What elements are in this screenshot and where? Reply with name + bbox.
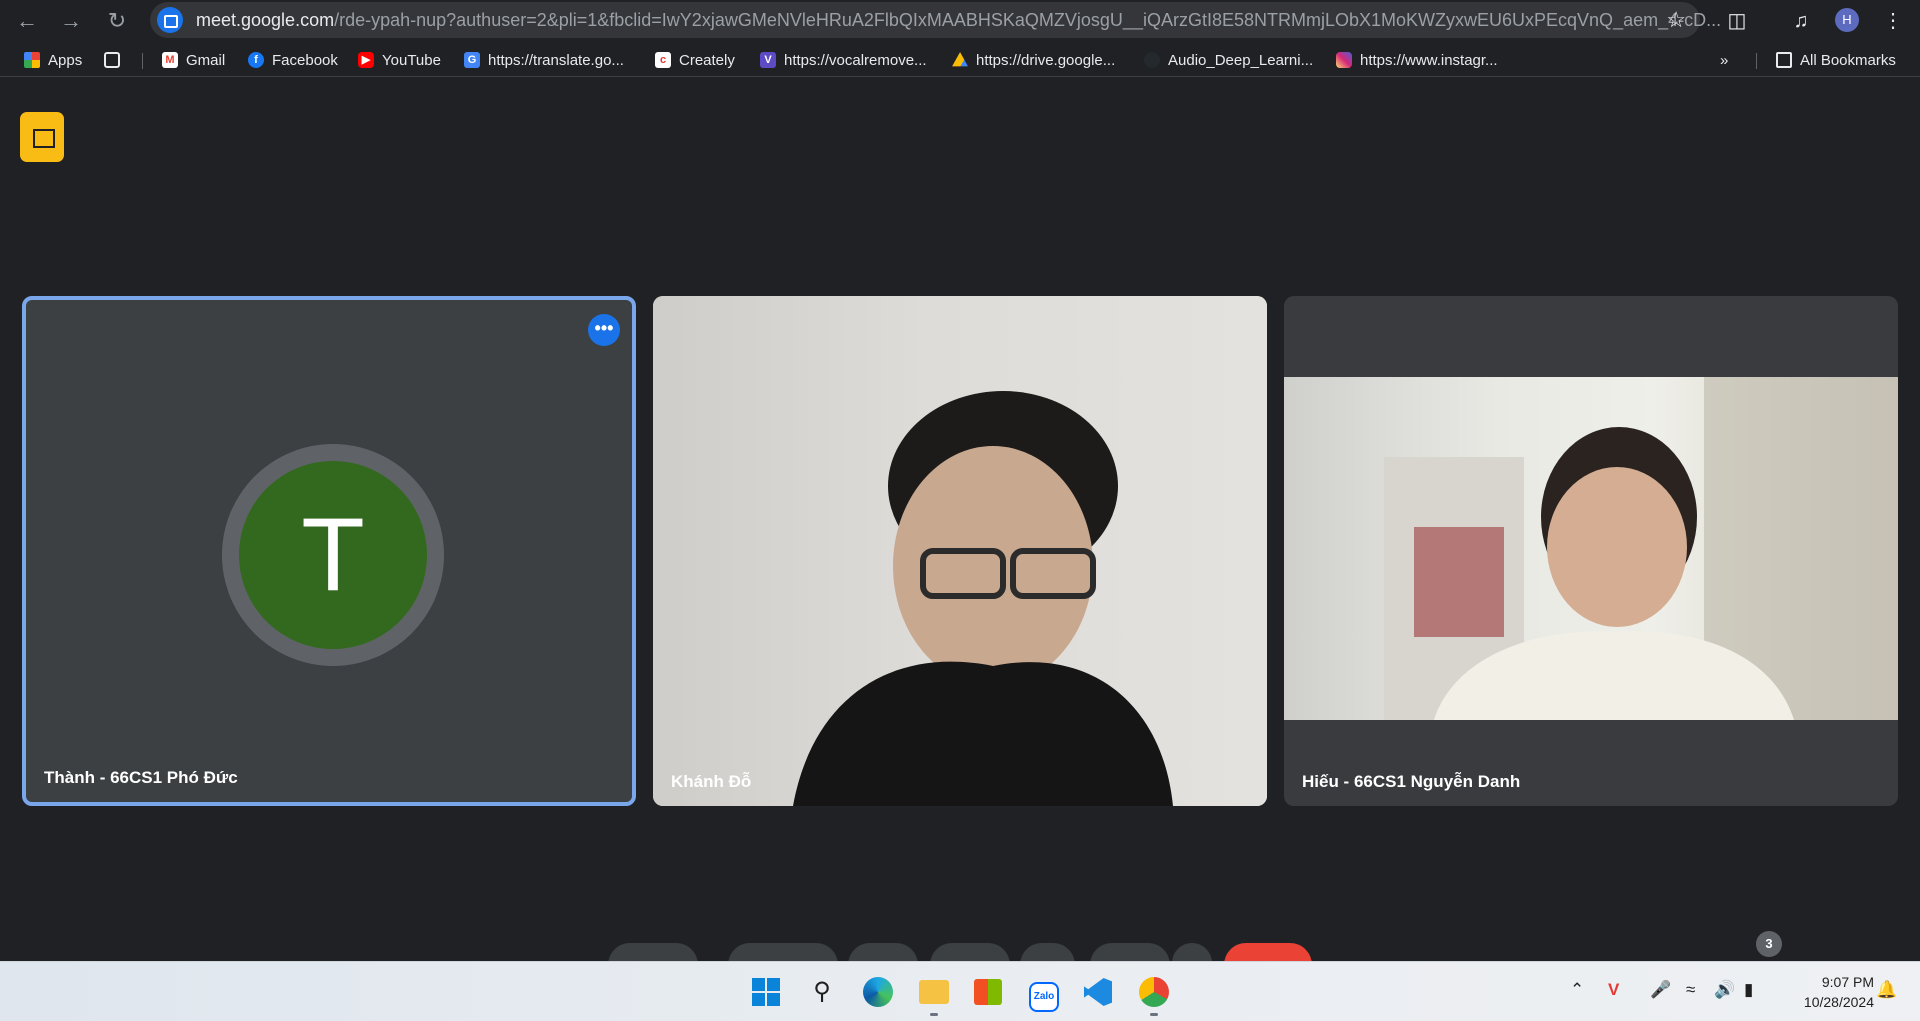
- bookmark-label: Facebook: [272, 51, 338, 69]
- windows-taskbar: ⚲ Zalo ⌃ V 🎤 ≈ 🔊 ▮ 9:07 PM 10/28/2024 🔔: [0, 961, 1920, 1021]
- bookmark-label: Apps: [48, 51, 83, 69]
- tray-overflow-icon[interactable]: ⌃: [1570, 980, 1584, 1000]
- bookmark-label: https://www.instagr...: [1360, 51, 1498, 69]
- search-icon[interactable]: ⚲: [802, 972, 842, 1012]
- participant-video-silhouette: [1384, 377, 1898, 720]
- bookmark-label: https://vocalremove...: [784, 51, 927, 69]
- microphone-tray-icon[interactable]: 🎤: [1650, 980, 1671, 1000]
- instagram-icon: [1336, 52, 1352, 68]
- meeting-info-badge[interactable]: [20, 112, 64, 162]
- profile-avatar[interactable]: H: [1835, 8, 1859, 32]
- avatar-ring: T: [222, 444, 444, 666]
- bookmark-translate[interactable]: G https://translate.go...: [464, 49, 624, 71]
- bookmark-drive[interactable]: https://drive.google...: [952, 49, 1115, 71]
- chrome-menu-icon[interactable]: ⋮: [1878, 6, 1908, 36]
- bookmark-facebook[interactable]: f Facebook: [248, 49, 338, 71]
- bookmark-apps[interactable]: Apps: [24, 49, 82, 71]
- bookmark-label: Creately: [679, 51, 735, 69]
- all-bookmarks-button[interactable]: All Bookmarks: [1776, 49, 1896, 71]
- volume-icon[interactable]: 🔊: [1714, 980, 1735, 1000]
- battery-icon[interactable]: ▮: [1744, 980, 1753, 1000]
- windows-start-icon[interactable]: [746, 972, 786, 1012]
- url-text[interactable]: meet.google.com/rde-ypah-nup?authuser=2&…: [196, 10, 1786, 31]
- bookmark-github[interactable]: Audio_Deep_Learni...: [1144, 49, 1313, 71]
- bookmark-label: https://drive.google...: [976, 51, 1116, 69]
- vscode-icon[interactable]: [1078, 972, 1118, 1012]
- url-host: meet.google.com: [196, 10, 335, 30]
- bookmark-label: Audio_Deep_Learni...: [1168, 51, 1314, 69]
- tab-grid-icon: [104, 52, 120, 68]
- participant-name: Khánh Đỗ: [671, 772, 752, 791]
- facebook-icon: f: [248, 52, 264, 68]
- browser-toolbar: ← → ↻ meet.google.com/rde-ypah-nup?authu…: [0, 0, 1920, 41]
- zalo-label: Zalo: [1029, 982, 1059, 1012]
- clock-date: 10/28/2024: [1803, 994, 1874, 1010]
- bookmarks-overflow-button[interactable]: »: [1720, 49, 1728, 71]
- drive-icon: [952, 52, 968, 67]
- edge-icon[interactable]: [858, 972, 898, 1012]
- bookmark-label: YouTube: [382, 51, 441, 69]
- video-feed: [1284, 377, 1898, 720]
- meet-site-icon[interactable]: [157, 7, 183, 33]
- gmail-icon: M: [162, 52, 178, 68]
- url-path: /rde-ypah-nup?authuser=2&pli=1&fbclid=Iw…: [334, 10, 1722, 30]
- youtube-icon: ▶: [358, 52, 374, 68]
- back-button[interactable]: ←: [12, 6, 42, 36]
- chrome-icon[interactable]: [1134, 972, 1174, 1016]
- bookmark-label: All Bookmarks: [1800, 51, 1896, 69]
- participant-video-silhouette: [793, 391, 1173, 806]
- bookmark-instagram[interactable]: https://www.instagr...: [1336, 49, 1498, 71]
- forward-button[interactable]: →: [56, 6, 86, 36]
- more-options-button[interactable]: •••: [588, 314, 620, 346]
- creately-icon: c: [655, 52, 671, 68]
- participant-name: Thành - 66CS1 Phó Đức: [44, 768, 238, 787]
- bookmark-label: https://translate.go...: [488, 51, 624, 69]
- folder-icon: [1776, 52, 1792, 68]
- address-bar[interactable]: meet.google.com/rde-ypah-nup?authuser=2&…: [150, 2, 1721, 38]
- bookmarks-bar: Apps M Gmail f Facebook ▶ YouTube G http…: [0, 41, 1920, 77]
- clock-time: 9:07 PM: [1821, 974, 1874, 990]
- bookmark-vocalremover[interactable]: V https://vocalremove...: [760, 49, 927, 71]
- participant-tile-2[interactable]: Khánh Đỗ: [653, 296, 1267, 806]
- bookmark-divider: [1756, 53, 1757, 69]
- participant-name: Hiếu - 66CS1 Nguyễn Danh: [1302, 772, 1521, 791]
- wifi-icon[interactable]: ≈: [1686, 980, 1695, 1000]
- bookmark-creately[interactable]: c Creately: [655, 49, 735, 71]
- participant-tile-1[interactable]: ••• T Thành - 66CS1 Phó Đức: [22, 296, 636, 806]
- extensions-icon[interactable]: ◫: [1722, 6, 1752, 36]
- bookmark-gmail[interactable]: M Gmail: [162, 49, 225, 71]
- apps-grid-icon: [24, 52, 40, 68]
- vocalremover-icon: V: [760, 52, 776, 68]
- bookmark-divider: [142, 53, 143, 69]
- reload-button[interactable]: ↻: [102, 6, 132, 36]
- bookmark-youtube[interactable]: ▶ YouTube: [358, 49, 441, 71]
- meet-stage: ••• T Thành - 66CS1 Phó Đức Khánh Đỗ Hiế…: [0, 77, 1920, 973]
- participant-tile-3[interactable]: Hiếu - 66CS1 Nguyễn Danh: [1284, 296, 1898, 806]
- notifications-bell-icon[interactable]: 🔔: [1876, 980, 1897, 1000]
- translate-icon: G: [464, 52, 480, 68]
- vivaldi-tray-icon[interactable]: V: [1608, 980, 1619, 1000]
- media-control-icon[interactable]: ♫: [1786, 6, 1816, 36]
- bookmark-label: Gmail: [186, 51, 226, 69]
- system-clock[interactable]: 9:07 PM 10/28/2024: [1784, 972, 1874, 1012]
- tab-groups-button[interactable]: [104, 49, 128, 71]
- microsoft-store-icon[interactable]: [968, 972, 1008, 1012]
- zalo-icon[interactable]: Zalo: [1024, 972, 1064, 1012]
- file-explorer-icon[interactable]: [914, 972, 954, 1016]
- bookmark-star-icon[interactable]: ☆: [1666, 7, 1686, 33]
- avatar: T: [239, 461, 427, 649]
- github-icon: [1144, 52, 1160, 68]
- people-count-badge: 3: [1756, 931, 1782, 957]
